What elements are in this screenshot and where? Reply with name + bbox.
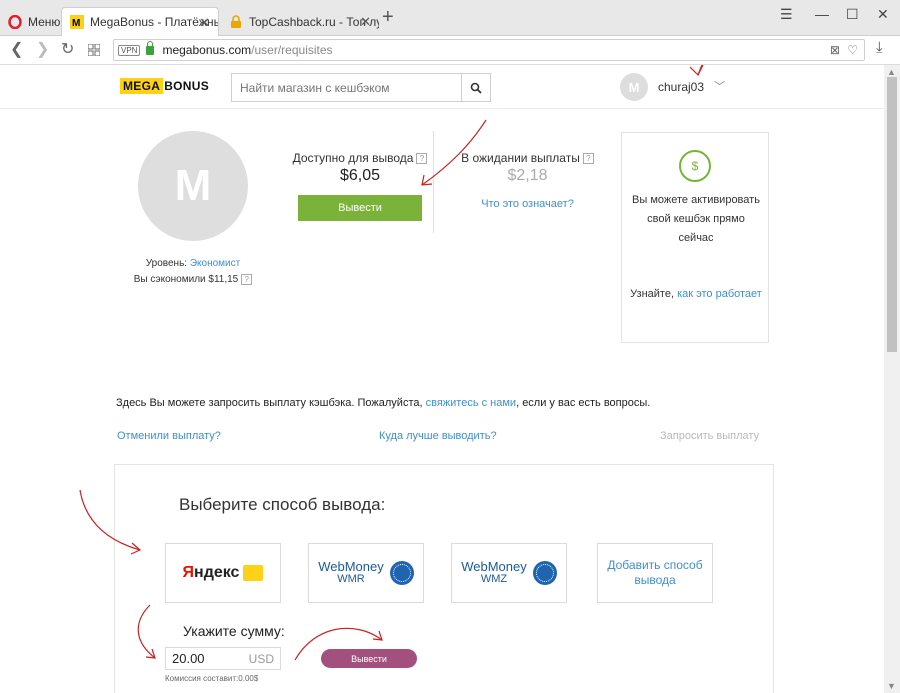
tab-megabonus[interactable]: M MegaBonus - Платёжные ✕	[61, 7, 219, 36]
username[interactable]: churaj03	[658, 80, 704, 94]
secure-lock-icon[interactable]	[146, 40, 155, 55]
pending-label: В ожидании выплаты?	[445, 151, 610, 165]
lock-favicon-icon	[231, 14, 241, 28]
megabonus-favicon-icon: M	[70, 15, 84, 29]
choose-method-title: Выберите способ вывода:	[179, 495, 386, 514]
site-header: MEGABONUS M churaj03 ﹀	[0, 65, 884, 109]
forward-icon[interactable]: ❯	[36, 39, 49, 59]
webmoney-globe-icon	[389, 561, 414, 585]
address-bar: ❮ ❯ ↻ VPN megabonus.com/user/requisites …	[0, 36, 900, 65]
tab-bar: Меню M MegaBonus - Платёжные ✕ TopCashba…	[0, 0, 900, 36]
submit-withdraw-button[interactable]: Вывести	[321, 649, 417, 668]
what-means-link[interactable]: Что это означает?	[445, 198, 610, 210]
opera-logo-icon	[8, 14, 22, 29]
browser-window: Меню M MegaBonus - Платёжные ✕ TopCashba…	[0, 0, 900, 693]
download-icon[interactable]: ⤓	[876, 39, 883, 56]
chevron-down-icon[interactable]: ﹀	[714, 78, 725, 94]
maximize-icon[interactable]: ☐	[846, 6, 859, 23]
currency-label: USD	[248, 651, 274, 666]
shield-icon[interactable]: ⊠	[830, 43, 840, 57]
divider	[433, 131, 434, 233]
promo-card: $ Вы можете активировать свой кешбэк пря…	[621, 132, 769, 343]
close-tab-icon[interactable]: ✕	[360, 14, 371, 30]
info-text: Здесь Вы можете запросить выплату кэшбэк…	[116, 397, 651, 409]
url-field[interactable]: VPN megabonus.com/user/requisites ⊠ ♡	[113, 39, 865, 61]
user-avatar[interactable]: M	[620, 73, 648, 101]
minimize-icon[interactable]: —	[815, 6, 829, 22]
how-it-works-link[interactable]: как это работает	[677, 288, 762, 300]
help-icon[interactable]: ?	[582, 153, 594, 165]
amount-input[interactable]	[172, 651, 236, 666]
method-yandex[interactable]: Яндекс	[165, 543, 281, 603]
heart-icon[interactable]: ♡	[847, 43, 858, 57]
method-webmoney-wmr[interactable]: WebMoney WMR	[308, 543, 424, 603]
saved-amount: Вы сэкономили $11,15?	[60, 274, 326, 285]
withdraw-method-panel: Выберите способ вывода: Яндекс WebMoney W…	[114, 464, 774, 693]
withdraw-button[interactable]: Вывести	[298, 195, 422, 221]
reload-icon[interactable]: ↻	[61, 39, 74, 59]
add-method-button[interactable]: Добавить способ вывода	[597, 543, 713, 603]
user-level: Уровень: Экономист	[145, 258, 241, 269]
amount-field: USD	[165, 647, 281, 670]
new-tab-icon[interactable]: +	[382, 7, 394, 27]
scroll-thumb[interactable]	[887, 77, 897, 352]
method-webmoney-wmz[interactable]: WebMoney WMZ	[451, 543, 567, 603]
store-search	[231, 73, 491, 102]
webmoney-globe-icon	[532, 561, 557, 585]
page-scrollbar[interactable]: ▲ ▼	[884, 65, 900, 693]
cancelled-payout-link[interactable]: Отменили выплату?	[117, 430, 221, 442]
wmz-label: WebMoney WMZ	[461, 559, 527, 585]
level-link[interactable]: Экономист	[190, 258, 240, 269]
speed-dial-icon[interactable]	[88, 44, 100, 56]
available-balance: $6,05	[339, 167, 381, 184]
available-label: Доступно для вывода?	[270, 151, 450, 165]
back-icon[interactable]: ❮	[10, 39, 23, 59]
close-window-icon[interactable]: ✕	[877, 6, 889, 23]
pending-balance: $2,18	[507, 167, 548, 184]
help-icon[interactable]: ?	[241, 274, 253, 285]
add-method-label: Добавить способ вывода	[607, 558, 703, 587]
tab-topcashback[interactable]: TopCashback.ru - Топ луч ✕	[221, 7, 379, 36]
profile-avatar: M	[138, 131, 248, 241]
promo-text: Вы можете активировать свой кешбэк прямо…	[632, 194, 760, 244]
yandex-logo: Яндекс	[182, 564, 240, 581]
search-button[interactable]	[461, 74, 490, 101]
vpn-badge[interactable]: VPN	[118, 44, 141, 56]
page-content: MEGABONUS M churaj03 ﹀ M Уровень: Эконом…	[0, 65, 884, 693]
browser-menu-label: Меню	[28, 14, 60, 29]
search-input[interactable]	[232, 74, 461, 101]
where-to-withdraw-link[interactable]: Куда лучше выводить?	[379, 430, 497, 442]
url-actions: ⊠ ♡	[830, 43, 858, 57]
scroll-down-icon[interactable]: ▼	[887, 681, 896, 691]
url-path: /user/requisites	[251, 43, 333, 57]
svg-text:M: M	[72, 18, 80, 29]
search-icon	[470, 82, 482, 94]
megabonus-logo[interactable]: MEGA BONUS	[120, 78, 209, 94]
tab-menu-icon[interactable]: ☰	[780, 6, 793, 23]
promo-learn: Узнайте, как это работает	[630, 288, 762, 300]
scroll-up-icon[interactable]: ▲	[887, 67, 896, 77]
url-host: megabonus.com	[162, 43, 252, 57]
close-tab-icon[interactable]: ✕	[199, 15, 210, 31]
browser-menu-button[interactable]: Меню	[0, 7, 60, 36]
wallet-icon	[243, 565, 264, 581]
dollar-icon: $	[679, 150, 711, 182]
wmr-label: WebMoney WMR	[318, 559, 384, 585]
request-payout-link[interactable]: Запросить выплату	[660, 430, 759, 442]
help-icon[interactable]: ?	[416, 153, 428, 165]
amount-title: Укажите сумму:	[183, 623, 285, 639]
contact-us-link[interactable]: свяжитесь с нами	[426, 397, 516, 409]
commission-text: Комиссия составит:0.00$	[165, 674, 259, 683]
